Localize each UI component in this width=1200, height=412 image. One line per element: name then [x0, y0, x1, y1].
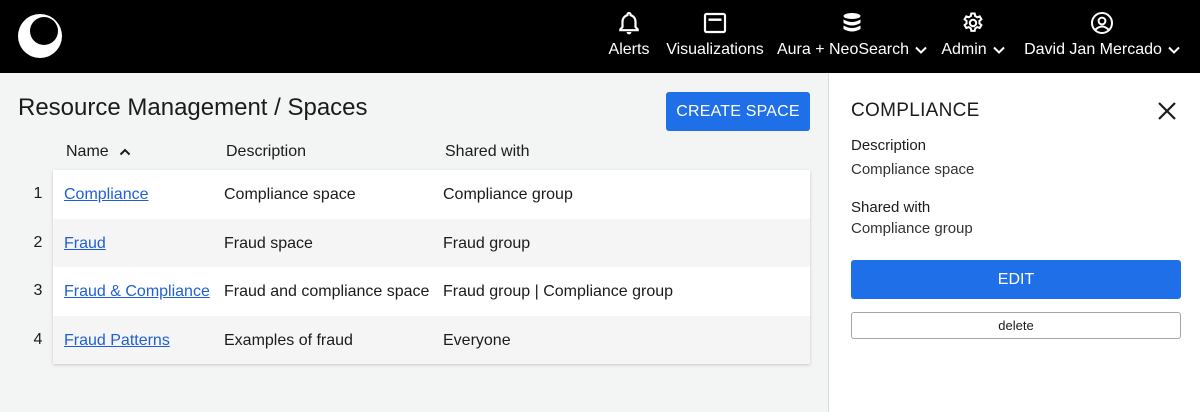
description-value: Compliance space — [851, 161, 975, 178]
chevron-down-icon — [915, 46, 927, 54]
space-shared-with: Fraud group | Compliance group — [443, 283, 674, 300]
nav-admin[interactable]: Admin — [936, 0, 1010, 73]
page-title: Resource Management / Spaces — [18, 94, 368, 121]
column-header-shared: Shared with — [445, 143, 530, 160]
row-number: 2 — [33, 233, 43, 251]
account-circle-icon — [1089, 10, 1115, 36]
nav-alerts[interactable]: Alerts — [601, 0, 657, 73]
description-label: Description — [851, 137, 927, 154]
chevron-down-icon — [1168, 46, 1180, 54]
space-name-link[interactable]: Fraud Patterns — [64, 331, 170, 351]
nav-aura-label: Aura + NeoSearch — [776, 41, 910, 58]
database-icon — [839, 10, 865, 36]
nav-admin-label: Admin — [941, 41, 987, 58]
row-number: 1 — [33, 185, 43, 202]
row-number: 4 — [33, 330, 43, 348]
shared-with-value: Compliance group — [851, 220, 973, 237]
space-name-link[interactable]: Fraud — [64, 234, 106, 254]
top-nav-bar: Alerts Visualizations Aura + NeoSearch A… — [0, 0, 1200, 73]
column-header-name-label: Name — [66, 143, 109, 160]
delete-button[interactable]: delete — [851, 312, 1181, 339]
shared-with-label: Shared with — [851, 199, 931, 216]
nav-alerts-label: Alerts — [608, 41, 650, 58]
spaces-table: 1 Compliance Compliance space Compliance… — [34, 170, 810, 364]
close-icon[interactable] — [1155, 99, 1179, 123]
table-row[interactable]: 2 Fraud Fraud space Fraud group — [34, 218, 810, 267]
browser-window-icon — [702, 10, 728, 36]
column-header-name[interactable]: Name — [66, 142, 131, 162]
nav-user-menu[interactable]: David Jan Mercado — [1018, 0, 1186, 73]
space-description: Examples of fraud — [224, 331, 353, 349]
column-header-description: Description — [226, 143, 307, 160]
chevron-up-icon — [119, 148, 130, 156]
space-description: Fraud space — [224, 234, 313, 252]
nav-visualizations-label: Visualizations — [666, 41, 764, 58]
edit-button[interactable]: EDIT — [851, 260, 1181, 299]
chevron-down-icon — [992, 46, 1005, 54]
space-shared-with: Compliance group — [443, 186, 573, 203]
space-shared-with: Fraud group — [443, 234, 531, 252]
space-name-link[interactable]: Fraud & Compliance — [64, 282, 210, 302]
table-row[interactable]: 3 Fraud & Compliance Fraud and complianc… — [34, 267, 810, 316]
space-details-panel: COMPLIANCE Description Compliance space … — [828, 73, 1200, 412]
nav-visualizations[interactable]: Visualizations — [660, 0, 770, 73]
space-name-link[interactable]: Compliance — [64, 185, 148, 205]
row-number: 3 — [33, 282, 43, 299]
table-row[interactable]: 1 Compliance Compliance space Compliance… — [34, 170, 810, 219]
bell-icon — [616, 10, 642, 36]
panel-title: COMPLIANCE — [851, 100, 980, 121]
nav-menu: Alerts Visualizations Aura + NeoSearch A… — [601, 0, 1200, 73]
gear-icon — [960, 10, 986, 36]
space-description: Fraud and compliance space — [224, 283, 430, 300]
main-content: Resource Management / Spaces CREATE SPAC… — [0, 73, 828, 412]
crescent-logo-icon[interactable] — [16, 12, 64, 60]
table-row[interactable]: 4 Fraud Patterns Examples of fraud Every… — [34, 315, 810, 364]
create-space-button[interactable]: CREATE SPACE — [666, 92, 810, 131]
space-shared-with: Everyone — [443, 331, 511, 349]
space-description: Compliance space — [224, 186, 356, 203]
nav-user-label: David Jan Mercado — [1024, 41, 1162, 58]
nav-aura-neosearch[interactable]: Aura + NeoSearch — [773, 0, 931, 73]
